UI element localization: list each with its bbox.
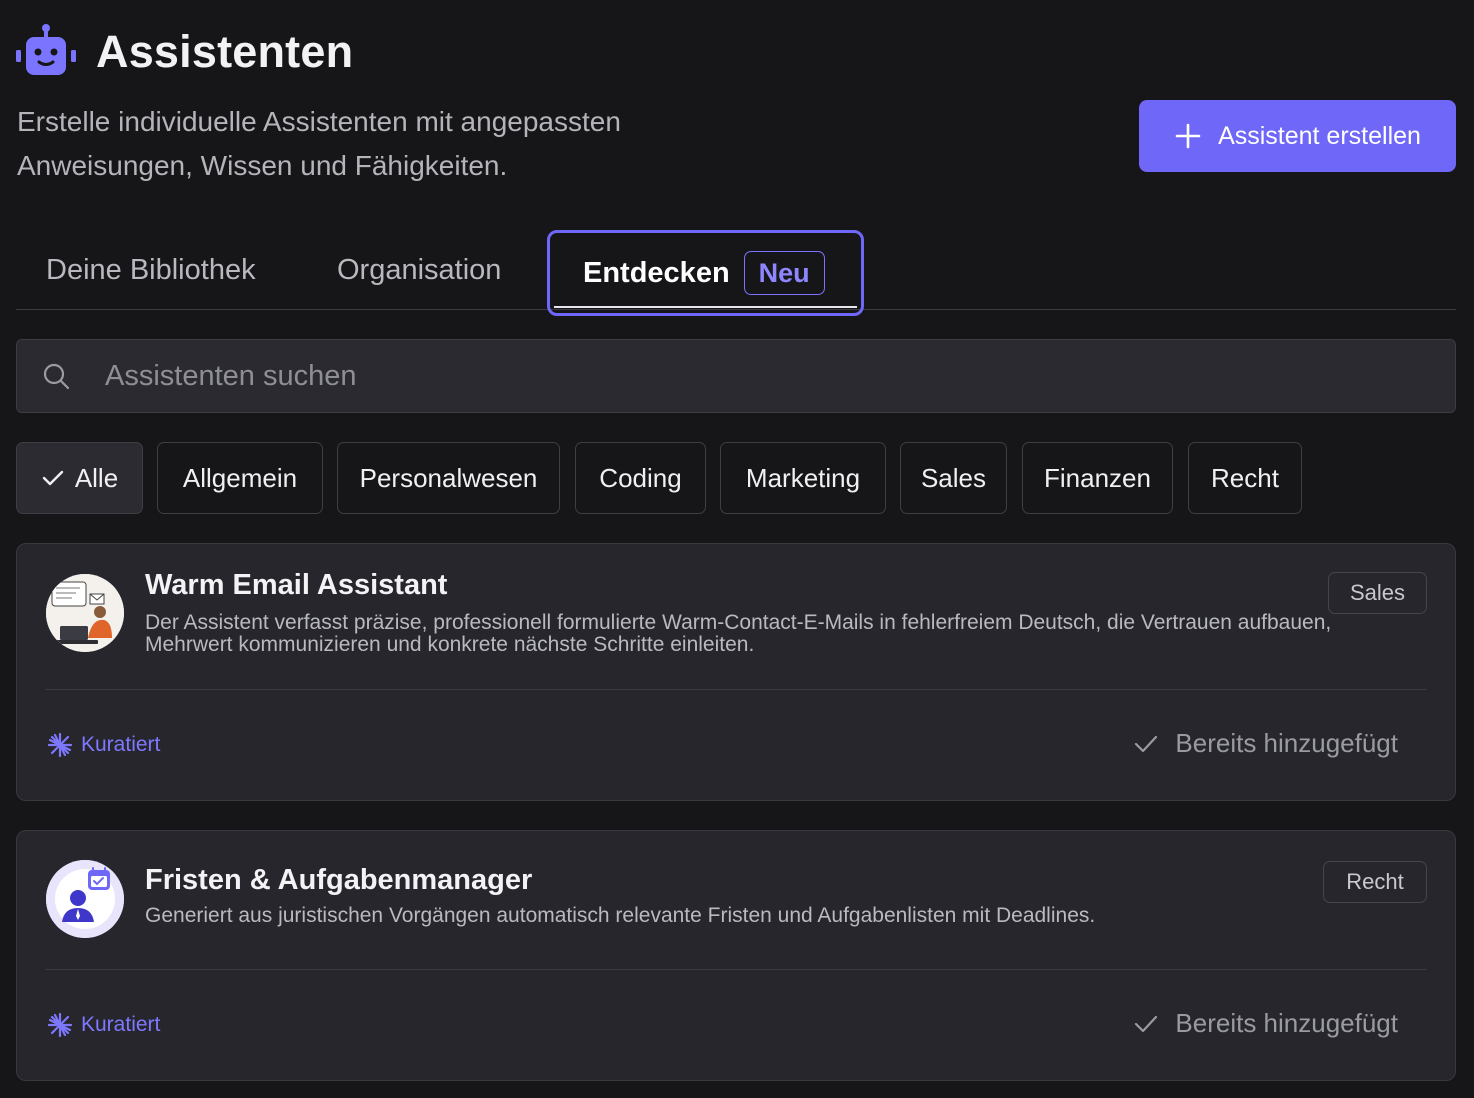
filter-chip-label: Allgemein — [182, 462, 298, 493]
already-added-button[interactable]: Bereits hinzugefügt — [1133, 1008, 1398, 1039]
filter-chip-label: Recht — [1211, 462, 1279, 493]
tab-label: Deine Bibliothek — [46, 253, 256, 286]
already-added-button[interactable]: Bereits hinzugefügt — [1133, 728, 1398, 759]
tab-library[interactable]: Deine Bibliothek — [46, 230, 256, 310]
create-assistant-label: Assistent erstellen — [1218, 121, 1421, 150]
email-writer-avatar — [46, 574, 124, 652]
filter-chip-recht[interactable]: Recht — [1188, 442, 1302, 514]
active-tab-indicator — [554, 306, 857, 308]
assistant-title: Warm Email Assistant — [145, 569, 448, 601]
curated-label: Kuratiert — [47, 732, 160, 758]
category-tag: Recht — [1323, 861, 1427, 903]
filter-chip-sales[interactable]: Sales — [900, 442, 1007, 514]
assistant-description: Der Assistent verfasst präzise, professi… — [145, 611, 1332, 656]
tab-organisation[interactable]: Organisation — [337, 230, 501, 310]
tab-label: Entdecken — [583, 256, 730, 289]
sparkle-icon — [47, 1012, 73, 1038]
tab-bar: Deine Bibliothek Organisation Entdecken … — [16, 230, 1456, 316]
filter-chip-label: Alle — [74, 462, 119, 493]
person-calendar-avatar — [46, 860, 124, 938]
person-calendar-icon — [46, 860, 124, 938]
category-tag: Sales — [1328, 572, 1427, 614]
filter-chip-coding[interactable]: Coding — [575, 442, 706, 514]
filter-chip-label: Coding — [599, 462, 682, 493]
check-icon — [1135, 1015, 1158, 1032]
sparkle-icon — [47, 732, 73, 758]
filter-chip-personalwesen[interactable]: Personalwesen — [337, 442, 560, 514]
page-header: Assistenten — [16, 22, 353, 82]
filter-chip-label: Personalwesen — [359, 462, 538, 493]
assistant-card[interactable]: Warm Email Assistant Der Assistent verfa… — [16, 543, 1456, 801]
check-icon — [42, 470, 64, 486]
curated-text: Kuratiert — [81, 733, 161, 756]
page-title: Assistenten — [96, 26, 354, 77]
filter-chip-alle[interactable]: Alle — [16, 442, 143, 514]
filter-chip-label: Sales — [920, 462, 987, 493]
search-icon — [43, 363, 70, 390]
filter-chip-label: Finanzen — [1044, 462, 1151, 493]
curated-label: Kuratiert — [47, 1012, 160, 1038]
filter-chip-allgemein[interactable]: Allgemein — [157, 442, 323, 514]
already-added-label: Bereits hinzugefügt — [1175, 728, 1398, 758]
filter-chip-label: Marketing — [745, 462, 861, 493]
already-added-label: Bereits hinzugefügt — [1175, 1008, 1398, 1038]
assistant-card[interactable]: Fristen & Aufgabenmanager Generiert aus … — [16, 830, 1456, 1081]
create-assistant-button[interactable]: Assistent erstellen — [1139, 100, 1456, 172]
search-bar — [16, 339, 1456, 413]
assistant-description: Generiert aus juristischen Vorgängen aut… — [145, 904, 1096, 927]
search-input[interactable] — [105, 359, 1405, 393]
assistant-title: Fristen & Aufgabenmanager — [145, 864, 533, 896]
filter-chip-finanzen[interactable]: Finanzen — [1022, 442, 1173, 514]
card-divider — [45, 969, 1427, 970]
page-subtitle: Erstelle individuelle Assistenten mit an… — [17, 106, 621, 181]
check-icon — [1135, 735, 1158, 752]
email-writer-illustration — [46, 574, 124, 652]
card-divider — [45, 689, 1427, 690]
tab-discover[interactable]: Entdecken Neu — [547, 230, 864, 316]
robot-icon — [16, 24, 76, 75]
plus-icon — [1175, 123, 1201, 149]
filter-chip-marketing[interactable]: Marketing — [720, 442, 886, 514]
tab-label: Organisation — [337, 253, 502, 286]
new-badge: Neu — [743, 251, 825, 295]
curated-text: Kuratiert — [81, 1013, 161, 1036]
